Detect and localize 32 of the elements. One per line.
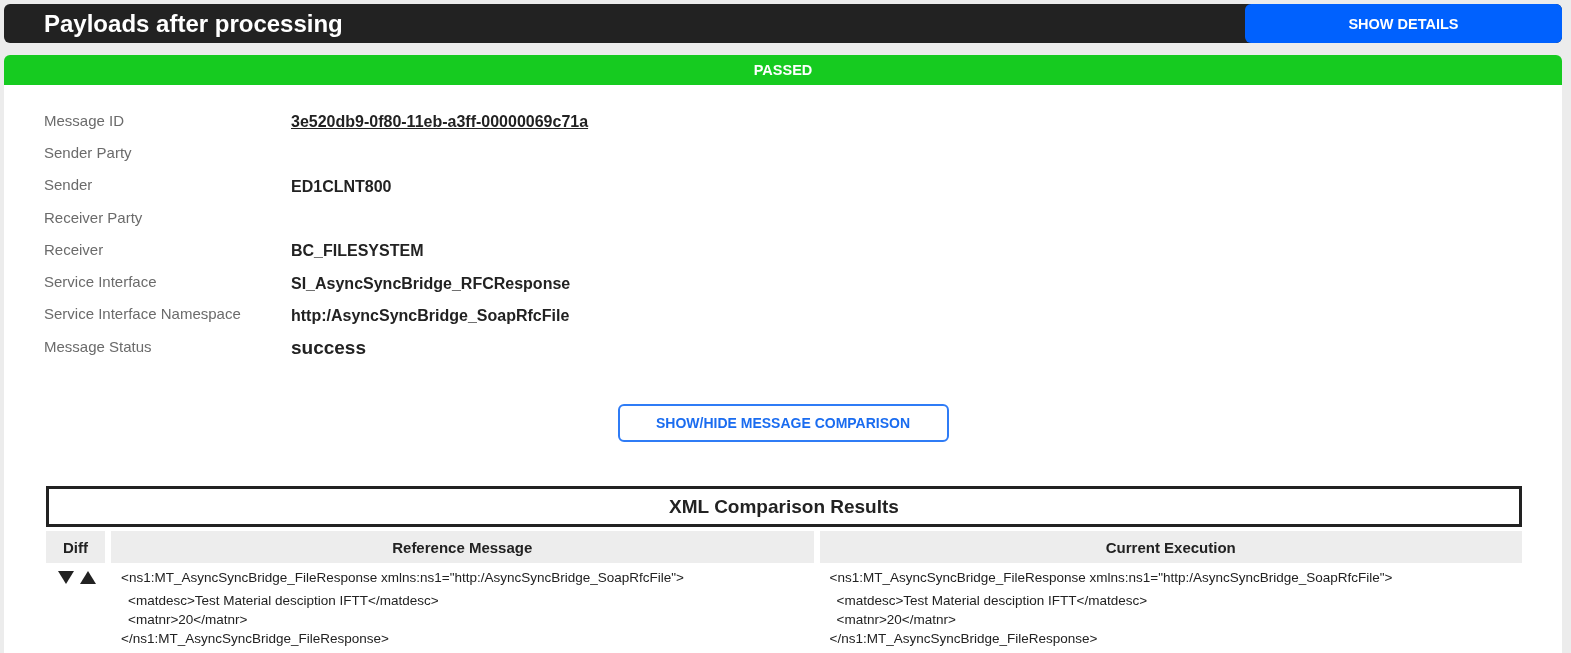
xml-line: <ns1:MT_AsyncSyncBridge_FileResponse xmlns:ns1="http:/AsyncSyncBridge_SoapRfcFile"> xyxy=(829,569,1393,588)
xml-line: </ns1:MT_AsyncSyncBridge_FileResponse> xyxy=(121,630,389,649)
field-label: Message ID xyxy=(44,111,125,129)
xml-line: <matnr>20</matnr> xyxy=(836,611,956,630)
field-value: ED1CLNT800 xyxy=(291,177,392,196)
field-value: SI_AsyncSyncBridge_RFCResponse xyxy=(291,274,571,293)
xml-line: <matdesc>Test Material desciption IFTT</matdesc> xyxy=(128,592,439,611)
xml-line: <matdesc>Test Material desciption IFTT</matdesc> xyxy=(836,592,1148,611)
column-header: Current Execution xyxy=(819,531,1522,564)
field-label: Service Interface Namespace xyxy=(44,305,241,323)
column-header: Diff xyxy=(46,531,105,564)
column-header: Reference Message xyxy=(111,531,814,564)
field-label: Message Status xyxy=(44,337,152,355)
field-value: http:/AsyncSyncBridge_SoapRfcFile xyxy=(291,306,570,325)
field-label: Service Interface xyxy=(44,273,157,291)
page-title: Payloads after processing xyxy=(44,9,343,38)
show-hide-comparison-button[interactable]: SHOW/HIDE MESSAGE COMPARISON xyxy=(617,404,949,443)
xml-line: <ns1:MT_AsyncSyncBridge_FileResponse xmlns:ns1="http:/AsyncSyncBridge_SoapRfcFile"> xyxy=(121,569,684,588)
status-banner: PASSED xyxy=(4,55,1562,85)
xml-line: <matnr>20</matnr> xyxy=(128,611,248,630)
field-value: BC_FILESYSTEM xyxy=(291,242,424,261)
field-label: Receiver xyxy=(44,240,104,258)
field-label: Receiver Party xyxy=(44,208,143,226)
field-label: Sender Party xyxy=(44,143,132,161)
xml-line: </ns1:MT_AsyncSyncBridge_FileResponse> xyxy=(829,630,1098,649)
message-id-link[interactable]: 3e520db9-0f80-11eb-a3ff-00000069c71a xyxy=(291,113,589,132)
show-details-button[interactable]: SHOW DETAILS xyxy=(1245,4,1562,43)
status-value: success xyxy=(291,337,366,360)
caret-down-icon[interactable] xyxy=(58,571,74,585)
comparison-title: XML Comparison Results xyxy=(46,486,1522,528)
field-label: Sender xyxy=(44,176,93,194)
caret-up-icon[interactable] xyxy=(80,571,96,585)
